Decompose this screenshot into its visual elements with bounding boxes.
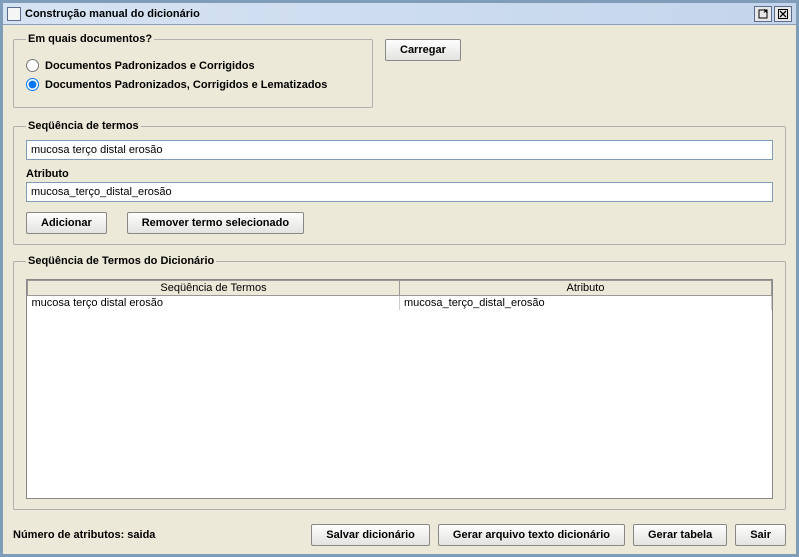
window-frame: Construção manual do dicionário Em quais… bbox=[2, 2, 797, 555]
radio-option-2[interactable]: Documentos Padronizados, Corrigidos e Le… bbox=[26, 78, 360, 91]
sequence-input[interactable] bbox=[26, 140, 773, 160]
titlebar: Construção manual do dicionário bbox=[3, 3, 796, 25]
attribute-label: Atributo bbox=[26, 168, 773, 180]
radio-input-2[interactable] bbox=[26, 78, 39, 91]
top-row: Em quais documentos? Documentos Padroniz… bbox=[13, 33, 786, 108]
attr-field-row bbox=[26, 182, 773, 202]
window-icon bbox=[7, 7, 21, 21]
cell-seq: mucosa terço distal erosão bbox=[28, 296, 400, 310]
close-icon bbox=[778, 9, 788, 19]
cell-attr: mucosa_terço_distal_erosão bbox=[400, 296, 772, 310]
documents-legend: Em quais documentos? bbox=[26, 33, 154, 45]
radio-label-1: Documentos Padronizados e Corrigidos bbox=[45, 60, 255, 72]
documents-group: Em quais documentos? Documentos Padroniz… bbox=[13, 33, 373, 108]
radio-label-2: Documentos Padronizados, Corrigidos e Le… bbox=[45, 79, 327, 91]
attribute-input[interactable] bbox=[26, 182, 773, 202]
table-row[interactable]: mucosa terço distal erosãomucosa_terço_d… bbox=[28, 296, 772, 310]
col-header-attr[interactable]: Atributo bbox=[400, 281, 772, 296]
window-title: Construção manual do dicionário bbox=[25, 8, 752, 20]
maximize-icon bbox=[758, 9, 768, 19]
col-header-seq[interactable]: Seqüência de Termos bbox=[28, 281, 400, 296]
sequence-group: Seqüência de termos Atributo Adicionar R… bbox=[13, 120, 786, 245]
dictionary-group: Seqüência de Termos do Dicionário Seqüên… bbox=[13, 255, 786, 510]
table-header-row: Seqüência de Termos Atributo bbox=[28, 281, 772, 296]
seq-field-row bbox=[26, 140, 773, 160]
maximize-button[interactable] bbox=[754, 6, 772, 22]
remover-button[interactable]: Remover termo selecionado bbox=[127, 212, 304, 234]
radio-input-1[interactable] bbox=[26, 59, 39, 72]
footer-row: Número de atributos: saida Salvar dicion… bbox=[13, 524, 786, 546]
dictionary-legend: Seqüência de Termos do Dicionário bbox=[26, 255, 216, 267]
adicionar-button[interactable]: Adicionar bbox=[26, 212, 107, 234]
salvar-dicionario-button[interactable]: Salvar dicionário bbox=[311, 524, 430, 546]
sequence-legend: Seqüência de termos bbox=[26, 120, 141, 132]
content-area: Em quais documentos? Documentos Padroniz… bbox=[3, 25, 796, 554]
carregar-button[interactable]: Carregar bbox=[385, 39, 461, 61]
dictionary-table: Seqüência de Termos Atributo mucosa terç… bbox=[27, 280, 772, 310]
close-button[interactable] bbox=[774, 6, 792, 22]
gerar-tabela-button[interactable]: Gerar tabela bbox=[633, 524, 727, 546]
attribute-count-label: Número de atributos: saida bbox=[13, 529, 303, 541]
seq-button-row: Adicionar Remover termo selecionado bbox=[26, 212, 773, 234]
radio-option-1[interactable]: Documentos Padronizados e Corrigidos bbox=[26, 59, 360, 72]
gerar-arquivo-button[interactable]: Gerar arquivo texto dicionário bbox=[438, 524, 625, 546]
table-container[interactable]: Seqüência de Termos Atributo mucosa terç… bbox=[26, 279, 773, 499]
sair-button[interactable]: Sair bbox=[735, 524, 786, 546]
table-body: mucosa terço distal erosãomucosa_terço_d… bbox=[28, 296, 772, 310]
